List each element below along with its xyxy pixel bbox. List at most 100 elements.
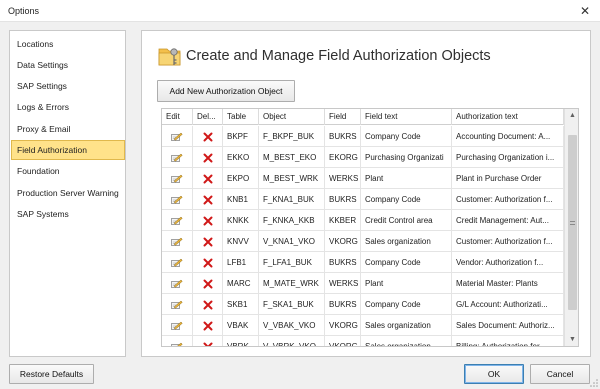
nav-item-sap-settings[interactable]: SAP Settings xyxy=(11,76,125,96)
options-nav: Locations Data Settings SAP Settings Log… xyxy=(9,30,126,357)
cell-table: BKPF xyxy=(223,126,259,147)
scrollbar-thumb[interactable] xyxy=(568,135,577,310)
cell-authorization-text: Sales Document: Authoriz... xyxy=(452,315,564,336)
table-row[interactable]: VBRK V_VBRK_VKO VKORG Sales organization Bil… xyxy=(162,336,564,346)
cell-object: F_BKPF_BUK xyxy=(259,126,325,147)
grid-header: Edit Del... Table Object Field Field tex… xyxy=(162,109,564,125)
cell-field-text: Plant xyxy=(361,273,452,294)
table-row[interactable]: EKKO M_BEST_EKO EKORG Purchasing Organizati… xyxy=(162,147,564,168)
delete-x-icon[interactable] xyxy=(193,189,223,210)
column-header-table[interactable]: Table xyxy=(223,109,259,125)
cell-field-text: Company Code xyxy=(361,189,452,210)
column-header-edit[interactable]: Edit xyxy=(162,109,193,125)
edit-icon[interactable] xyxy=(162,147,193,168)
edit-icon[interactable] xyxy=(162,294,193,315)
cell-table: KNKK xyxy=(223,210,259,231)
cell-object: F_KNA1_BUK xyxy=(259,189,325,210)
table-row[interactable]: KNKK F_KNKA_KKB KKBER Credit Control area Cr… xyxy=(162,210,564,231)
cell-object: M_MATE_WRK xyxy=(259,273,325,294)
cell-authorization-text: Billing: Authorization for... xyxy=(452,336,564,346)
edit-icon[interactable] xyxy=(162,231,193,252)
delete-x-icon[interactable] xyxy=(193,336,223,346)
edit-icon[interactable] xyxy=(162,252,193,273)
restore-defaults-button[interactable]: Restore Defaults xyxy=(9,364,94,384)
table-row[interactable]: LFB1 F_LFA1_BUK BUKRS Company Code Vendor: A… xyxy=(162,252,564,273)
cell-field: VKORG xyxy=(325,336,361,346)
cell-field-text: Sales organization xyxy=(361,336,452,346)
edit-icon[interactable] xyxy=(162,336,193,346)
vertical-scrollbar[interactable]: ▲ ▼ xyxy=(564,109,578,346)
delete-x-icon[interactable] xyxy=(193,252,223,273)
delete-x-icon[interactable] xyxy=(193,294,223,315)
field-authorization-panel: Create and Manage Field Authorization Ob… xyxy=(141,30,591,357)
cell-table: SKB1 xyxy=(223,294,259,315)
delete-x-icon[interactable] xyxy=(193,147,223,168)
column-header-field[interactable]: Field xyxy=(325,109,361,125)
cell-authorization-text: Customer: Authorization f... xyxy=(452,189,564,210)
cell-object: F_KNKA_KKB xyxy=(259,210,325,231)
column-header-delete[interactable]: Del... xyxy=(193,109,223,125)
nav-item-proxy-email[interactable]: Proxy & Email xyxy=(11,119,125,139)
cell-field-text: Sales organization xyxy=(361,231,452,252)
cell-field-text: Company Code xyxy=(361,294,452,315)
cell-field: KKBER xyxy=(325,210,361,231)
nav-item-data-settings[interactable]: Data Settings xyxy=(11,55,125,75)
cell-object: V_VBRK_VKO xyxy=(259,336,325,346)
cell-field: VKORG xyxy=(325,315,361,336)
table-row[interactable]: MARC M_MATE_WRK WERKS Plant Material Master:… xyxy=(162,273,564,294)
cell-field-text: Credit Control area xyxy=(361,210,452,231)
edit-icon[interactable] xyxy=(162,168,193,189)
delete-x-icon[interactable] xyxy=(193,273,223,294)
cell-authorization-text: Plant in Purchase Order xyxy=(452,168,564,189)
cell-table: EKKO xyxy=(223,147,259,168)
table-row[interactable]: BKPF F_BKPF_BUK BUKRS Company Code Accountin… xyxy=(162,126,564,147)
cell-field-text: Plant xyxy=(361,168,452,189)
resize-grip-icon[interactable] xyxy=(590,379,598,387)
nav-item-foundation[interactable]: Foundation xyxy=(11,161,125,181)
edit-icon[interactable] xyxy=(162,210,193,231)
cell-authorization-text: Material Master: Plants xyxy=(452,273,564,294)
cancel-button[interactable]: Cancel xyxy=(530,364,590,384)
cell-object: M_BEST_WRK xyxy=(259,168,325,189)
nav-item-sap-systems[interactable]: SAP Systems xyxy=(11,204,125,224)
delete-x-icon[interactable] xyxy=(193,126,223,147)
table-row[interactable]: SKB1 F_SKA1_BUK BUKRS Company Code G/L Accou… xyxy=(162,294,564,315)
nav-item-production-server-warning[interactable]: Production Server Warning xyxy=(11,183,125,203)
table-row[interactable]: KNB1 F_KNA1_BUK BUKRS Company Code Customer:… xyxy=(162,189,564,210)
table-row[interactable]: VBAK V_VBAK_VKO VKORG Sales organization Sal… xyxy=(162,315,564,336)
cell-field: BUKRS xyxy=(325,189,361,210)
cell-field-text: Company Code xyxy=(361,126,452,147)
cell-authorization-text: G/L Account: Authorizati... xyxy=(452,294,564,315)
delete-x-icon[interactable] xyxy=(193,210,223,231)
column-header-field-text[interactable]: Field text xyxy=(361,109,452,125)
cell-authorization-text: Accounting Document: A... xyxy=(452,126,564,147)
nav-item-locations[interactable]: Locations xyxy=(11,34,125,54)
cell-field-text: Purchasing Organizati xyxy=(361,147,452,168)
scrollbar-grip-icon xyxy=(570,221,575,225)
nav-item-field-authorization[interactable]: Field Authorization xyxy=(11,140,125,160)
table-row[interactable]: EKPO M_BEST_WRK WERKS Plant Plant in Purchas… xyxy=(162,168,564,189)
column-header-authorization-text[interactable]: Authorization text xyxy=(452,109,564,125)
cell-field: VKORG xyxy=(325,231,361,252)
folder-key-icon xyxy=(158,48,181,66)
edit-icon[interactable] xyxy=(162,126,193,147)
ok-button[interactable]: OK xyxy=(464,364,524,384)
cell-authorization-text: Credit Management: Aut... xyxy=(452,210,564,231)
edit-icon[interactable] xyxy=(162,273,193,294)
delete-x-icon[interactable] xyxy=(193,231,223,252)
scroll-up-arrow-icon[interactable]: ▲ xyxy=(565,109,578,123)
page-title: Create and Manage Field Authorization Ob… xyxy=(186,48,491,64)
nav-item-logs-errors[interactable]: Logs & Errors xyxy=(11,97,125,117)
cell-table: MARC xyxy=(223,273,259,294)
delete-x-icon[interactable] xyxy=(193,168,223,189)
cell-field-text: Company Code xyxy=(361,252,452,273)
edit-icon[interactable] xyxy=(162,315,193,336)
column-header-object[interactable]: Object xyxy=(259,109,325,125)
add-authorization-object-button[interactable]: Add New Authorization Object xyxy=(157,80,295,102)
edit-icon[interactable] xyxy=(162,189,193,210)
close-icon[interactable]: ✕ xyxy=(570,0,600,22)
table-row[interactable]: KNVV V_KNA1_VKO VKORG Sales organization Cus… xyxy=(162,231,564,252)
cell-object: F_SKA1_BUK xyxy=(259,294,325,315)
delete-x-icon[interactable] xyxy=(193,315,223,336)
scroll-down-arrow-icon[interactable]: ▼ xyxy=(565,333,578,346)
